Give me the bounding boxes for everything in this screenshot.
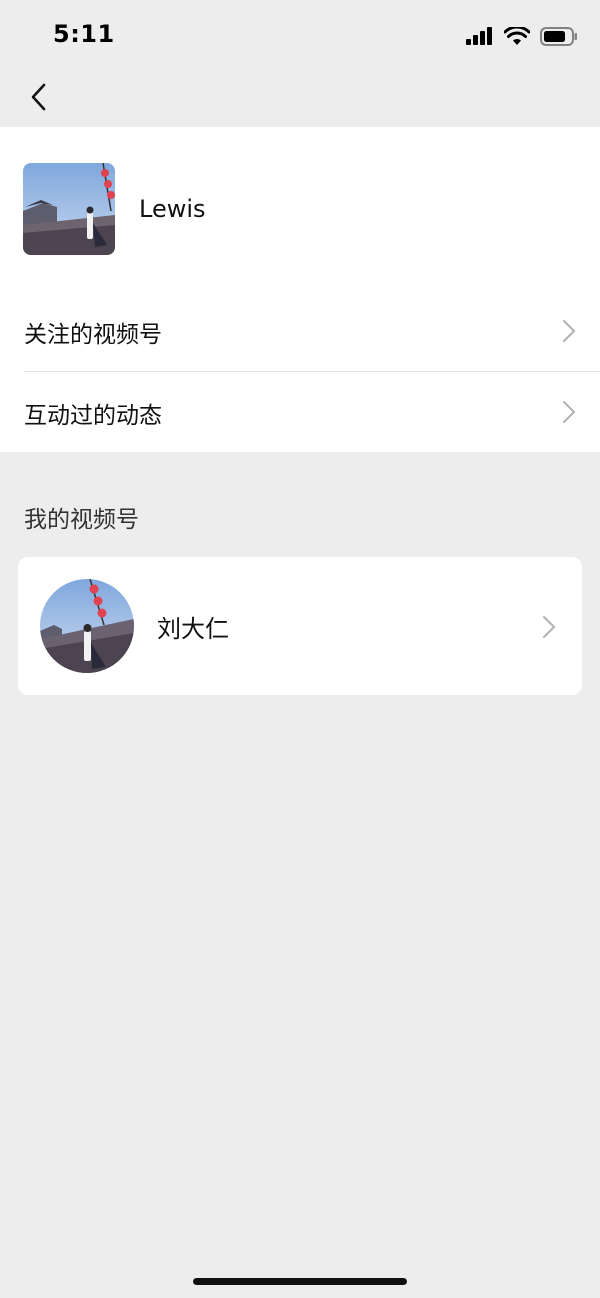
channel-name: 刘大仁 (157, 615, 229, 643)
channel-avatar (40, 579, 134, 673)
chevron-right-icon (563, 320, 575, 342)
battery-icon (540, 26, 577, 46)
section-title: 我的视频号 (24, 507, 139, 533)
screen: 5:11 Lewis 关注的视频号 互动过的动态 我的视频号 刘大仁 (0, 0, 600, 1298)
back-button[interactable] (22, 80, 54, 114)
menu-item-interacted-posts[interactable]: 互动过的动态 (0, 372, 600, 452)
menu-item-followed-channels[interactable]: 关注的视频号 (0, 291, 600, 371)
chevron-left-icon (31, 83, 46, 111)
status-time: 5:11 (53, 20, 115, 48)
status-bar: 5:11 (0, 0, 600, 70)
photo-avatar-round (40, 579, 134, 673)
menu-item-label: 关注的视频号 (24, 322, 162, 348)
chevron-right-icon (563, 401, 575, 423)
profile-row: Lewis (0, 127, 600, 292)
wifi-icon (504, 26, 530, 45)
nav-bar (0, 70, 600, 127)
status-icons (466, 24, 578, 48)
home-indicator[interactable] (193, 1278, 407, 1285)
menu-item-label: 互动过的动态 (24, 403, 162, 429)
chevron-right-icon (543, 616, 555, 638)
my-channel-card[interactable]: 刘大仁 (18, 557, 582, 695)
profile-card: Lewis 关注的视频号 互动过的动态 (0, 127, 600, 452)
photo-avatar (23, 163, 115, 255)
profile-name: Lewis (139, 195, 206, 223)
avatar (23, 163, 115, 255)
signal-icon (466, 27, 492, 45)
